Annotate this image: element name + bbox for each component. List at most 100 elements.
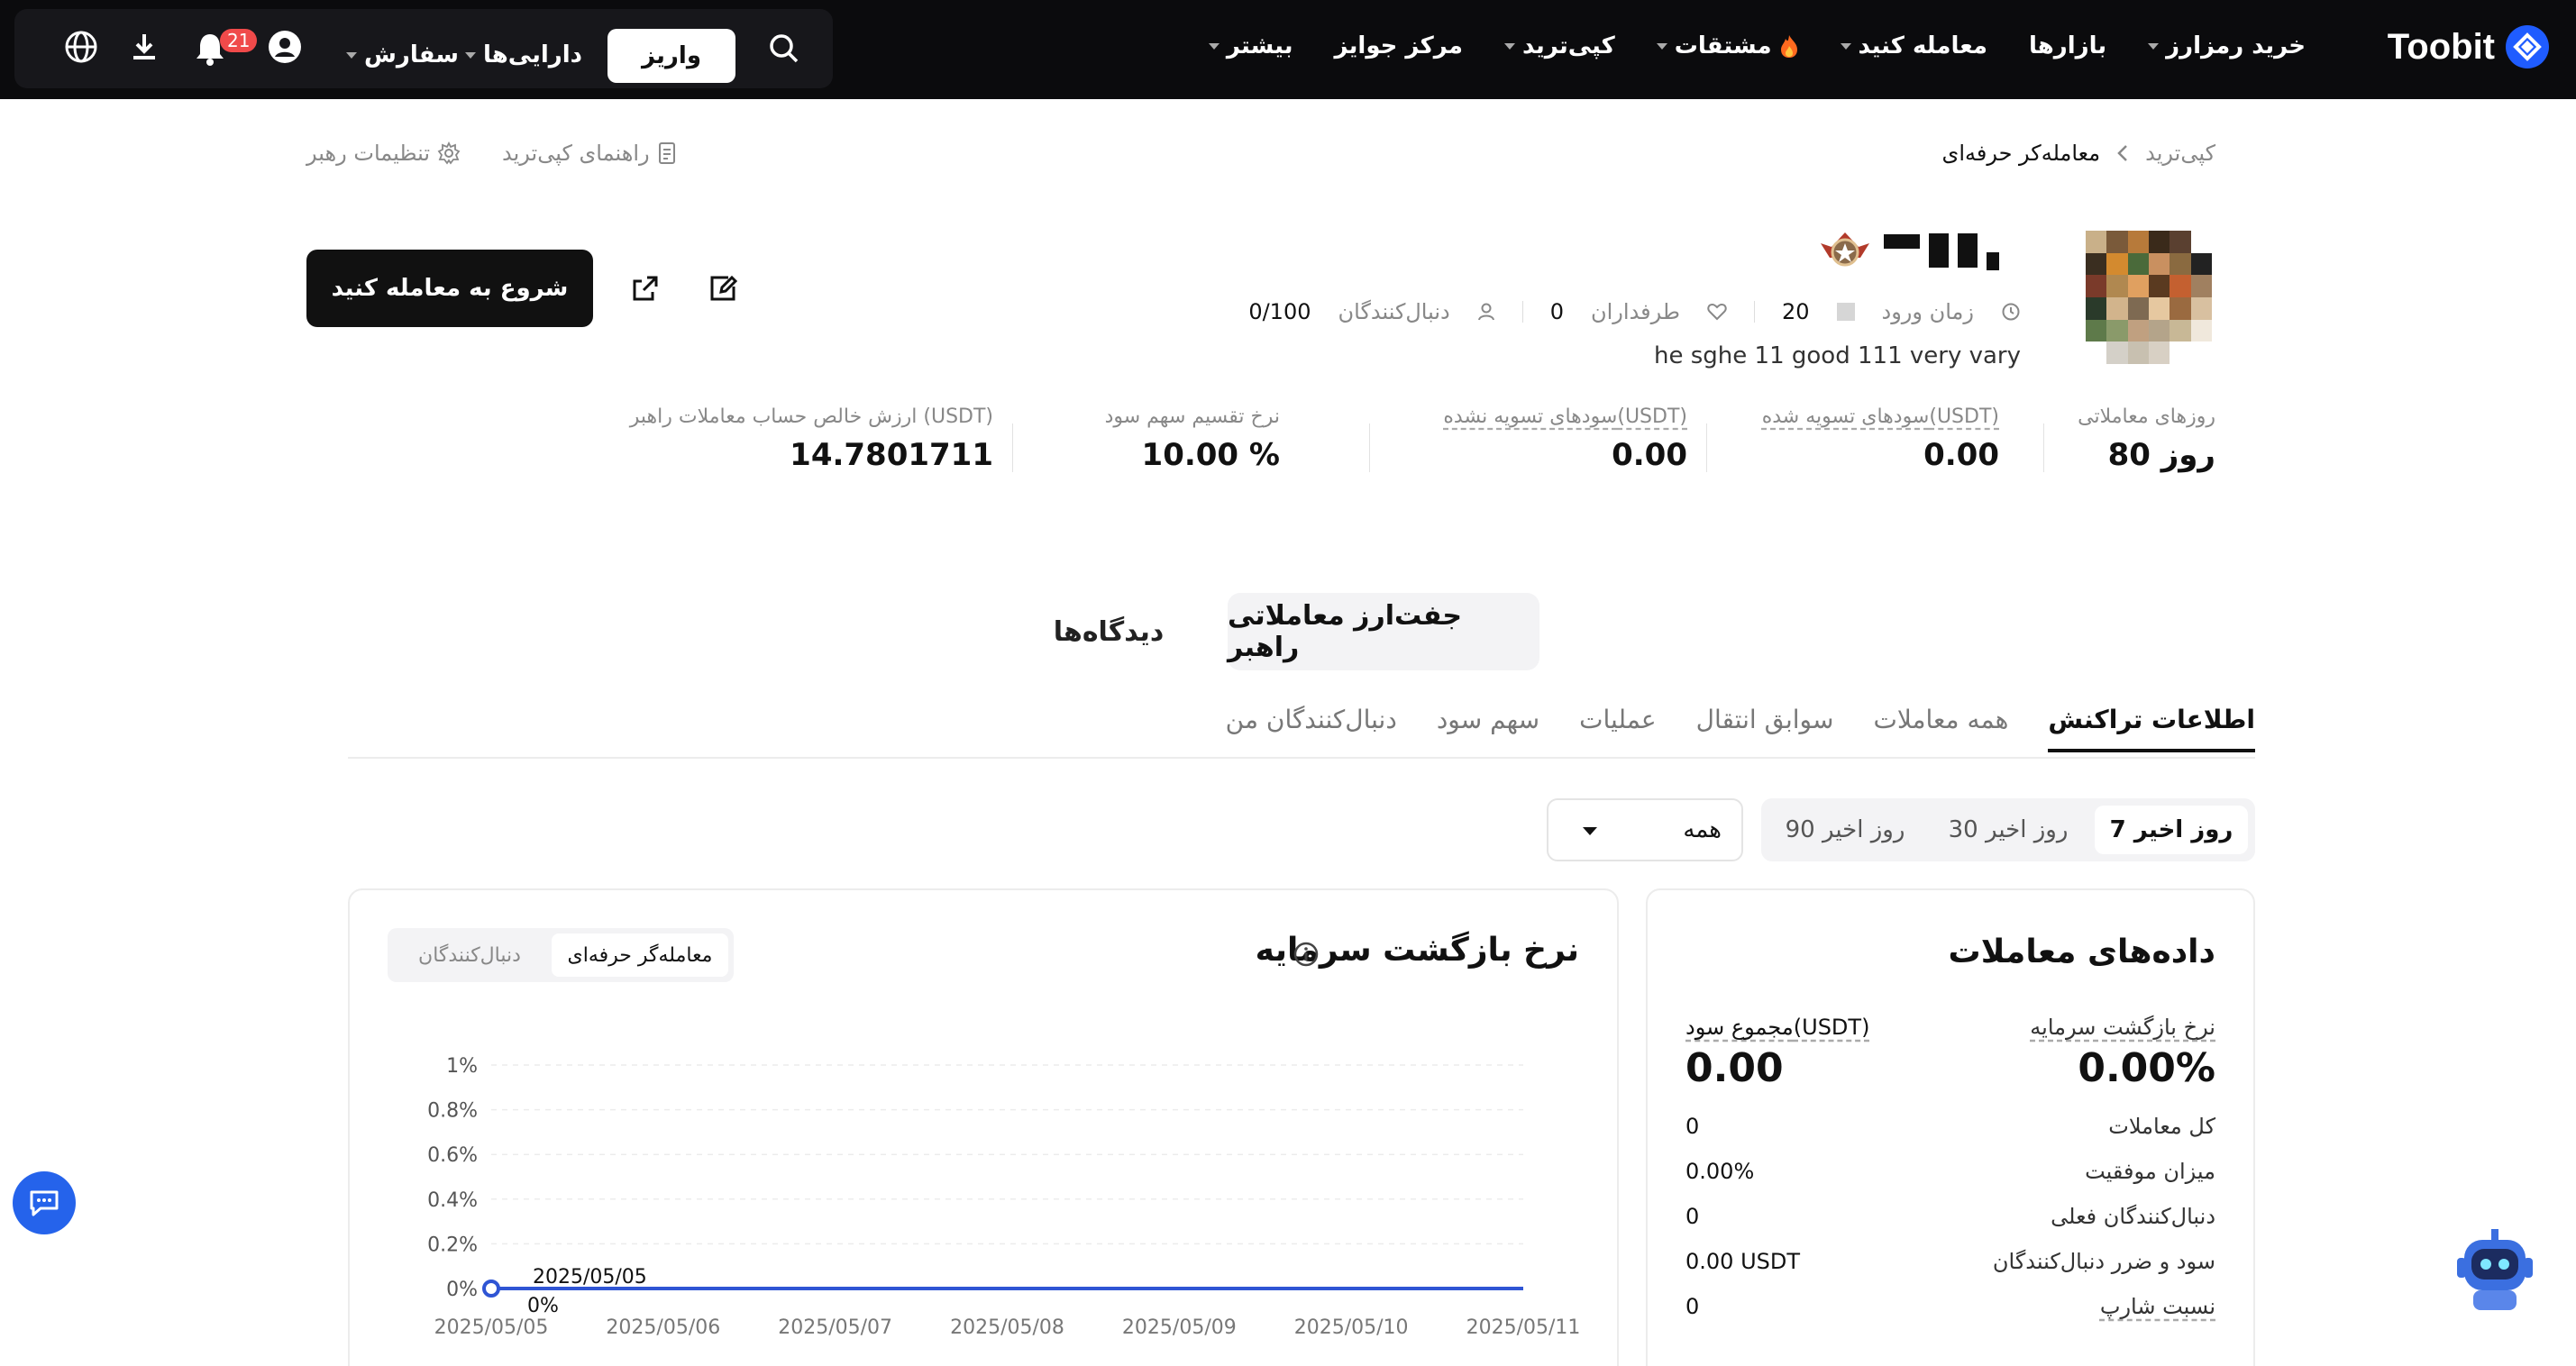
tab-comments[interactable]: دیدگاه‌ها: [1037, 593, 1181, 670]
kv-label: سود و ضرر دنبال‌کنندگان: [1992, 1249, 2215, 1274]
stat-value: 0.00: [1612, 437, 1687, 473]
stat-label[interactable]: سودهای تسویه شده(USDT): [1762, 405, 1999, 428]
trader-meta: زمان ورود 20 طرفداران 0 دنبال‌کنندگان 0/…: [1248, 299, 2021, 324]
fans-value: 0: [1549, 299, 1565, 324]
tooltip-date: 2025/05/05: [533, 1266, 647, 1289]
kv-label[interactable]: نسبت شارپ: [2100, 1294, 2215, 1319]
download-icon[interactable]: [126, 29, 162, 65]
globe-icon[interactable]: [63, 29, 99, 65]
share-icon[interactable]: [627, 270, 663, 306]
range-30-days[interactable]: 30 روز اخیر: [1929, 806, 2087, 854]
fans-label: طرفداران: [1591, 299, 1680, 324]
breadcrumb: کپی‌ترید معامله‌کر حرفه‌ای: [1942, 141, 2215, 166]
tab-my-followers[interactable]: دنبال‌کنندگان من: [1226, 705, 1397, 752]
nav-derivatives[interactable]: مشتقات: [1656, 32, 1799, 59]
nav-trade[interactable]: معامله کنید: [1840, 32, 1987, 59]
nav-markets[interactable]: بازارها: [2029, 32, 2106, 59]
help-robot-icon[interactable]: [2452, 1227, 2538, 1316]
followers-value: 0/100: [1248, 299, 1311, 324]
trader-stats: روزهای معاملاتی 80 روز سودهای تسویه شده(…: [630, 405, 2215, 478]
join-time-redacted: [1836, 303, 1855, 321]
tooltip-value: 0%: [527, 1295, 559, 1317]
nav-copy-trade[interactable]: کپی‌ترید: [1504, 32, 1615, 59]
total-profit-label[interactable]: مجموع سود(USDT): [1685, 1015, 1869, 1040]
range-90-days[interactable]: 90 روز اخیر: [1768, 806, 1922, 854]
chevron-down-icon: [1208, 42, 1219, 50]
orders-menu[interactable]: سفارش: [346, 41, 459, 68]
toggle-pro-trader[interactable]: معامله‌گر حرفه‌ای: [552, 933, 728, 977]
nav-more[interactable]: بیشتر: [1208, 32, 1293, 59]
chat-icon: [28, 1188, 60, 1217]
stat-net-account-value: ارزش خالص حساب معاملات راهبر (USDT) 14.7…: [630, 405, 993, 473]
trader-avatar: [2086, 231, 2212, 364]
tab-transaction-info[interactable]: اطلاعات تراکنش: [2048, 705, 2255, 752]
x-tick-label: 2025/05/05: [434, 1316, 549, 1339]
tab-operations[interactable]: عملیات: [1579, 705, 1657, 752]
toobit-logo-icon: [2506, 25, 2549, 68]
leader-settings-link[interactable]: تنظیمات رهبر: [306, 141, 461, 166]
kv-label: میزان موفقیت: [2085, 1159, 2215, 1184]
y-tick-label: 0.6%: [427, 1144, 478, 1167]
nav-label: مشتقات: [1674, 32, 1772, 59]
brand-name: Toobit: [2387, 26, 2495, 67]
y-tick-label: 1%: [446, 1055, 478, 1078]
user-avatar-icon[interactable]: [267, 29, 303, 65]
toggle-followers[interactable]: دنبال‌کنندگان: [393, 933, 546, 977]
user-toolbar: 21 سفارش دارایی‌ها واریز: [14, 9, 833, 88]
info-icon[interactable]: [1293, 941, 1320, 968]
roi-data-point: [482, 1279, 500, 1298]
edit-icon[interactable]: [705, 270, 741, 306]
chevron-down-icon: [2148, 42, 2160, 50]
stat-label: روزهای معاملاتی: [2078, 405, 2215, 428]
settings-label: تنظیمات رهبر: [306, 141, 430, 166]
stat-label[interactable]: سودهای تسویه نشده(USDT): [1443, 405, 1687, 428]
medal-badge-icon: [1819, 227, 1871, 274]
divider: [1753, 301, 1755, 323]
tab-transfer-history[interactable]: سوابق انتقال: [1696, 705, 1834, 752]
nav-buy-crypto[interactable]: خرید رمزارز: [2148, 32, 2306, 59]
search-icon[interactable]: [768, 32, 800, 65]
nav-label: بازارها: [2028, 32, 2107, 59]
join-time-value: 20: [1781, 299, 1810, 324]
stat-value: 10.00 %: [1141, 437, 1280, 473]
deposit-button[interactable]: واریز: [607, 29, 735, 83]
tab-leader-pairs[interactable]: جفت‌ارز معاملاتی راهبر: [1228, 593, 1539, 670]
caret-down-icon: [1583, 827, 1597, 835]
stat-settled-profit: سودهای تسویه شده(USDT) 0.00: [1762, 405, 1999, 473]
copy-trade-guide-link[interactable]: راهنمای کپی‌ترید: [502, 141, 677, 166]
assets-menu[interactable]: دارایی‌ها: [465, 41, 582, 68]
nav-rewards-center[interactable]: مرکز جوایز: [1334, 32, 1463, 59]
y-tick-label: 0.2%: [427, 1234, 478, 1256]
chevron-down-icon: [465, 51, 476, 59]
stat-trading-days: روزهای معاملاتی 80 روز: [2078, 405, 2215, 473]
gear-icon: [437, 141, 461, 165]
roi-label[interactable]: نرخ بازگشت سرمایه: [2030, 1015, 2215, 1040]
range-7-days[interactable]: 7 روز اخیر: [2095, 806, 2248, 854]
trading-data-panel: داده‌های معاملات نرخ بازگشت سرمایه 0.00%…: [1646, 888, 2255, 1366]
tab-profit-share[interactable]: سهم سود: [1437, 705, 1539, 752]
kv-value: 0: [1685, 1114, 1700, 1139]
filter-select[interactable]: همه: [1547, 798, 1743, 861]
document-icon: [657, 141, 677, 165]
stat-label: نرخ تقسیم سهم سود: [1104, 405, 1280, 428]
divider: [348, 757, 2255, 759]
breadcrumb-root[interactable]: کپی‌ترید: [2145, 141, 2215, 166]
start-trading-button[interactable]: شروع به معامله کنید: [306, 250, 593, 327]
brand-logo[interactable]: Toobit: [2388, 25, 2549, 68]
person-icon: [1477, 302, 1495, 322]
stat-value: 14.7801711: [790, 437, 993, 473]
chat-support-button[interactable]: [13, 1171, 76, 1234]
y-tick-label: 0%: [446, 1279, 478, 1301]
x-tick-label: 2025/05/10: [1294, 1316, 1409, 1339]
followers-label: دنبال‌کنندگان: [1338, 299, 1450, 324]
kv-label: کل معاملات: [2108, 1114, 2215, 1139]
nav-label: خرید رمزارز: [2166, 32, 2306, 59]
chevron-down-icon: [1840, 42, 1851, 50]
stat-value: 80 روز: [2107, 437, 2215, 473]
x-tick-label: 2025/05/11: [1466, 1316, 1581, 1339]
panel-title: داده‌های معاملات: [1948, 933, 2215, 970]
y-tick-label: 0.8%: [427, 1100, 478, 1123]
tab-all-trades[interactable]: همه معاملات: [1873, 705, 2008, 752]
chevron-down-icon: [1656, 42, 1667, 50]
divider: [1706, 423, 1707, 472]
